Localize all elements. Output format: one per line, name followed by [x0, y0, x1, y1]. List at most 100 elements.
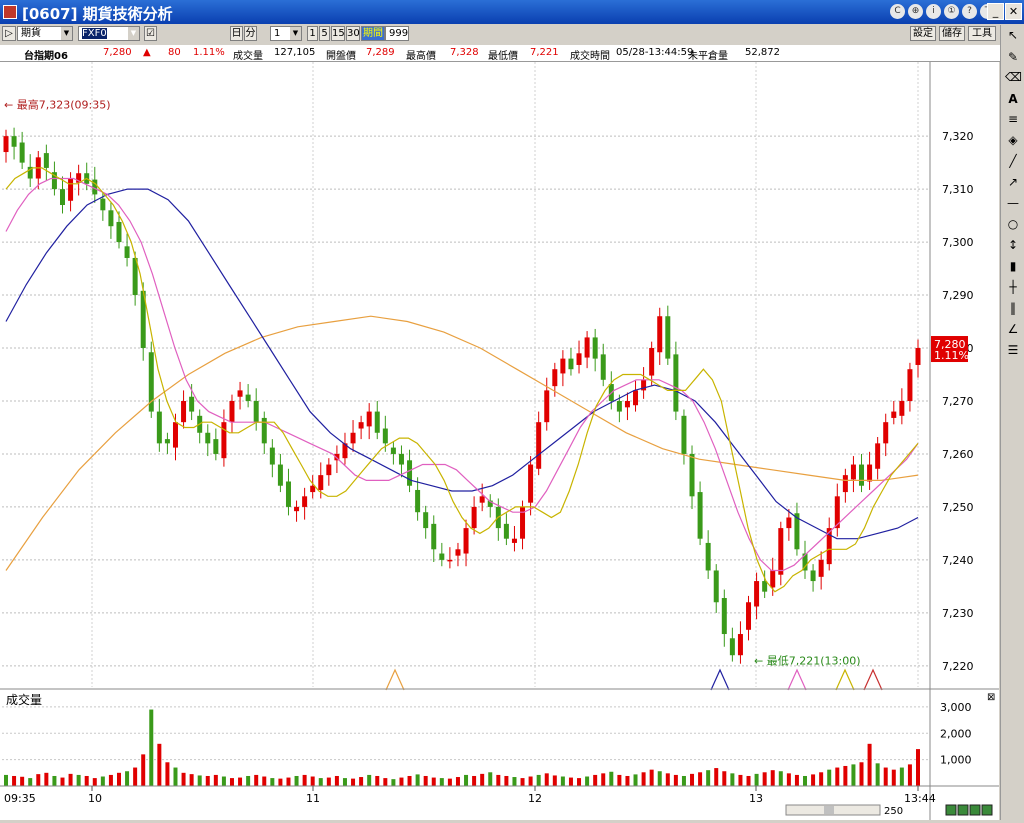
minimize-button[interactable]: _	[987, 3, 1004, 20]
volume-label: 成交量	[233, 51, 263, 62]
candle-body	[68, 178, 74, 201]
interval-select[interactable]: 1 ▼	[270, 26, 302, 41]
volume-bar	[318, 778, 323, 786]
info-icon[interactable]: i	[926, 4, 941, 19]
quote-bar: 台指期06 7,280 ▲ 80 1.11% 成交量 127,105 開盤價 7…	[0, 45, 1000, 62]
eraser-icon[interactable]: ⌫	[1005, 69, 1022, 85]
volume-bar	[181, 772, 186, 786]
chart-area[interactable]: 7,3207,3107,3007,2907,2807,2707,2607,250…	[0, 62, 999, 820]
volume-bar	[108, 774, 113, 786]
interval-5-button[interactable]: 5	[319, 26, 330, 41]
x-tick-label: 13:44	[904, 792, 936, 805]
day-button[interactable]: 日	[230, 26, 243, 41]
text-icon[interactable]: A	[1005, 91, 1021, 107]
link-icon[interactable]: ⊕	[908, 4, 923, 19]
y-tick-label: 7,310	[942, 183, 974, 196]
close-button[interactable]: ✕	[1005, 3, 1022, 20]
x-tick-label: 10	[88, 792, 102, 805]
vbars-icon[interactable]: ‖	[1005, 300, 1021, 316]
volume-bar	[520, 778, 525, 786]
candle-body	[850, 464, 856, 480]
volume-bar	[907, 764, 912, 786]
view-toggle-icon	[945, 804, 957, 816]
scrollbar-thumb	[824, 806, 834, 814]
volume-bar	[706, 770, 711, 786]
period-input[interactable]: 999	[385, 26, 409, 41]
y-tick-label: 7,270	[942, 395, 974, 408]
oi-label: 未平倉量	[688, 51, 728, 62]
brush-icon[interactable]: ✎	[1005, 49, 1021, 65]
volume-bar	[681, 775, 686, 786]
settings-button[interactable]: 設定	[910, 26, 936, 41]
candle-body	[633, 390, 639, 406]
view-toggle-icon	[957, 804, 969, 816]
fill-icon[interactable]: ◈	[1005, 132, 1021, 148]
vline-icon[interactable]: ↕	[1005, 237, 1021, 253]
volume-bar	[899, 767, 904, 786]
line-icon[interactable]: ╱	[1005, 153, 1021, 169]
volume-bar	[472, 775, 477, 786]
candle-body	[810, 570, 816, 582]
volume-bar	[714, 768, 719, 786]
help-icon[interactable]: ?	[962, 4, 977, 19]
candle-body	[310, 485, 316, 493]
interval-30-button[interactable]: 30	[346, 26, 360, 41]
volume-bar	[197, 775, 202, 786]
volume-panel-title: 成交量	[6, 692, 42, 707]
one-icon[interactable]: ①	[944, 4, 959, 19]
volume-bar	[746, 775, 751, 786]
title-bar: [0607] 期貨技術分析 C ⊕ i ① ? T _ ✕	[0, 0, 1024, 24]
price-chart[interactable]: 7,3207,3107,3007,2907,2807,2707,2607,250…	[0, 62, 999, 820]
play-icon[interactable]: ▷	[2, 26, 16, 41]
interval-15-button[interactable]: 15	[331, 26, 345, 41]
candle-body	[560, 358, 566, 374]
chart-background	[0, 62, 999, 820]
x-tick-label: 11	[306, 792, 320, 805]
interval-1-button[interactable]: 1	[307, 26, 318, 41]
volume-bar	[593, 774, 598, 786]
volume-bar	[20, 776, 25, 786]
lines-icon[interactable]: ≡	[1005, 111, 1021, 127]
volume-bar	[367, 774, 372, 786]
volume-bar	[496, 774, 501, 786]
arrow-line-icon[interactable]: ↗	[1005, 174, 1021, 190]
volume-bar	[754, 773, 759, 786]
fan-icon[interactable]: ∠	[1005, 321, 1021, 337]
candle-body	[616, 400, 622, 412]
volume-bar	[431, 777, 436, 786]
type-select-value: 期貨	[21, 28, 41, 39]
type-select[interactable]: 期貨 ▼	[17, 26, 73, 41]
quote-name: 台指期06	[24, 51, 68, 62]
candle-body	[374, 411, 380, 433]
cursor-icon[interactable]: ↖	[1005, 27, 1021, 43]
volume-bar	[391, 779, 396, 786]
low-label: 最低價	[488, 51, 518, 62]
minute-button[interactable]: 分	[244, 26, 257, 41]
candle-body	[245, 394, 251, 401]
checkbox-icon[interactable]: ☑	[144, 26, 157, 41]
bars-icon[interactable]: ┼	[1005, 279, 1021, 295]
circle-icon[interactable]: ○	[1005, 216, 1021, 232]
candle-body	[43, 153, 49, 168]
volume-bar	[690, 773, 695, 786]
hline-icon[interactable]: —	[1005, 195, 1021, 211]
save-button[interactable]: 儲存	[939, 26, 965, 41]
volume-bar	[189, 774, 194, 786]
time-value: 05/28-13:44:59	[616, 47, 694, 58]
candle-body	[11, 136, 17, 147]
candle-icon[interactable]: ▮	[1005, 258, 1021, 274]
high-annotation: ← 最高7,323(09:35)	[4, 97, 111, 111]
tools-button[interactable]: 工具	[968, 26, 996, 41]
volume-bar	[625, 775, 630, 786]
candle-body	[544, 390, 550, 423]
grid-icon[interactable]: ☰	[1005, 342, 1021, 358]
volume-bar	[617, 774, 622, 786]
candle-body	[318, 475, 324, 490]
volume-bar	[803, 775, 808, 786]
volume-bar	[730, 773, 735, 786]
code-select[interactable]: FXF0 ▼	[78, 26, 140, 41]
refresh-icon[interactable]: C	[890, 4, 905, 19]
candle-body	[721, 598, 727, 635]
quote-last: 7,280	[103, 47, 132, 58]
y-tick-label: 7,300	[942, 236, 974, 249]
